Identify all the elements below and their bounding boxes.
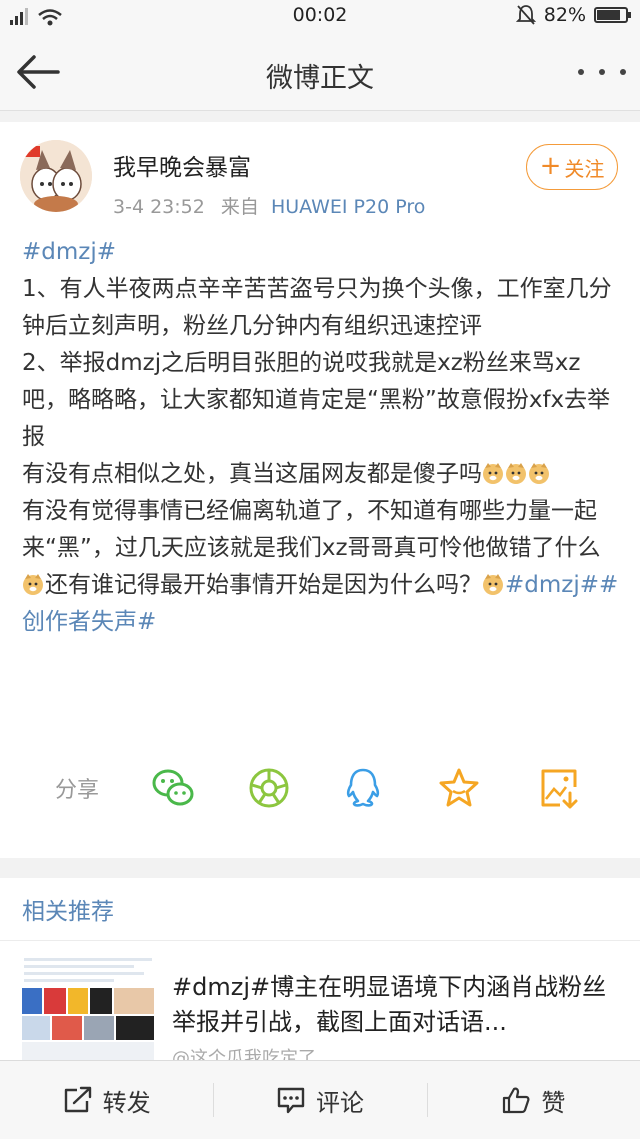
repost-icon: [64, 1086, 91, 1113]
like-button[interactable]: 赞: [426, 1061, 640, 1139]
moments-share-icon[interactable]: [246, 765, 292, 811]
status-bar: 00:02 82%: [0, 0, 640, 36]
mute-bell-icon: [515, 5, 536, 25]
post-paragraph-4b: 还有谁记得最开始事情开始是因为什么吗？: [45, 572, 482, 598]
share-bar: 分享: [0, 762, 640, 812]
post-meta: 3-4 23:52 来自 HUAWEI P20 Pro: [113, 192, 425, 219]
comment-label: 评论: [315, 1088, 364, 1117]
battery-percent: 82%: [543, 4, 586, 26]
source-device: HUAWEI P20 Pro: [270, 196, 426, 218]
post-card: 我早晚会暴富 3-4 23:52 来自 HUAWEI P20 Pro + 关注 …: [0, 122, 640, 858]
battery-icon: [594, 7, 631, 23]
favorite-star-icon[interactable]: [436, 765, 482, 811]
related-post-title[interactable]: #dmzj#博主在明显语境下内涵肖战粉丝举报并引战，截图上面对话语...: [172, 970, 624, 1040]
repost-label: 转发: [102, 1088, 151, 1117]
follow-label: 关注: [564, 156, 605, 181]
more-button[interactable]: [578, 54, 626, 90]
username[interactable]: 我早晚会暴富: [113, 148, 251, 182]
comment-button[interactable]: 评论: [213, 1061, 426, 1139]
post-time: 3-4 23:52: [113, 196, 205, 218]
post-paragraph-4: 有没有觉得事情已经偏离轨道了，不知道有哪些力量一起来“黑”，过几天应该就是我们x…: [22, 498, 601, 561]
page-title: 微博正文: [266, 63, 374, 94]
nav-bar: 微博正文: [0, 36, 640, 111]
qq-share-icon[interactable]: [340, 765, 386, 811]
related-thumbnail-image: [22, 954, 154, 1064]
post-content: #dmzj# 1、有人半夜两点辛辛苦苦盗号只为换个头像，工作室几分钟后立刻声明，…: [22, 234, 622, 641]
source-prefix: 来自: [220, 196, 259, 218]
more-dots-icon: [578, 69, 584, 75]
follow-button[interactable]: + 关注: [526, 144, 618, 190]
doge-emoji-icon: [23, 574, 43, 595]
wechat-share-icon[interactable]: [150, 765, 196, 811]
thumbs-up-icon: [503, 1087, 530, 1114]
plus-icon: +: [539, 151, 562, 181]
related-heading: 相关推荐: [22, 899, 114, 925]
post-paragraph-1: 1、有人半夜两点辛辛苦苦盗号只为换个头像，工作室几分钟后立刻声明，粉丝几分钟内有…: [22, 276, 612, 339]
doge-emoji-icon: [483, 574, 503, 595]
doge-emoji-icon: [506, 463, 526, 484]
avatar-image: [20, 140, 92, 212]
post-paragraph-3: 有没有点相似之处，真当这届网友都是傻子吗: [22, 461, 482, 487]
divider: [0, 940, 640, 941]
post-paragraph-2: 2、举报dmzj之后明目张胆的说哎我就是xz粉丝来骂xz吧，略略略，让大家都知道…: [22, 350, 611, 450]
related-thumbnail[interactable]: [22, 954, 154, 1064]
like-label: 赞: [541, 1088, 566, 1117]
doge-emoji-icon: [529, 463, 549, 484]
share-label: 分享: [55, 778, 100, 803]
doge-emoji-icon: [483, 463, 503, 484]
comment-icon: [277, 1087, 305, 1114]
repost-button[interactable]: 转发: [0, 1061, 213, 1139]
hashtag-dmzj-2[interactable]: #dmzj#: [505, 572, 599, 598]
save-image-icon[interactable]: [536, 765, 582, 811]
bottom-action-bar: 转发 评论 赞: [0, 1060, 640, 1139]
avatar[interactable]: [20, 140, 92, 212]
hashtag-dmzj[interactable]: #dmzj#: [22, 239, 116, 265]
